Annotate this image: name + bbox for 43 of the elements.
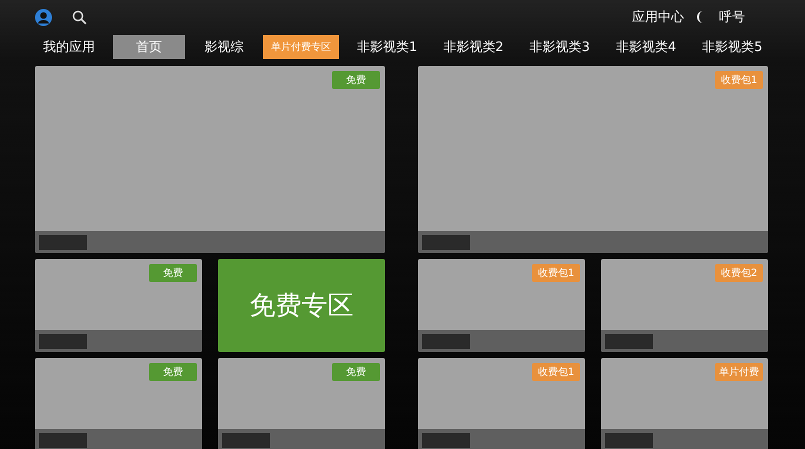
content-tile[interactable]: 收费包1 [418, 358, 585, 449]
nav-tab[interactable]: 非影视类3 [522, 35, 598, 59]
caption-placeholder [605, 433, 653, 448]
price-tag: 免费 [149, 363, 197, 381]
caption-placeholder [39, 433, 87, 448]
nav-tab[interactable]: 非影视类2 [435, 35, 512, 59]
caption-placeholder [39, 334, 87, 349]
caption-placeholder [422, 433, 470, 448]
content-tile[interactable]: 收费包1 [418, 66, 768, 253]
price-tag: 免费 [332, 71, 380, 89]
content-tile[interactable]: 免费 [35, 358, 202, 449]
content-tile[interactable]: 收费包2 [601, 259, 768, 352]
content-tile[interactable]: 收费包1 [418, 259, 585, 352]
app-center-link[interactable]: 应用中心 [632, 8, 684, 26]
caption-placeholder [422, 334, 470, 349]
nav-tab[interactable]: 非影视类5 [694, 35, 770, 59]
call-sign-link[interactable]: 呼号 [719, 8, 745, 26]
nav-tab[interactable]: 我的应用 [35, 35, 103, 59]
free-zone-tile[interactable]: 免费专区 [218, 259, 385, 352]
user-avatar-icon[interactable] [35, 8, 52, 26]
nav-tab[interactable]: 影视综 [195, 35, 253, 59]
price-tag: 免费 [149, 264, 197, 282]
content-tile[interactable]: 单片付费 [601, 358, 768, 449]
caption-placeholder [605, 334, 653, 349]
caption-placeholder [39, 235, 87, 250]
price-tag: 收费包1 [532, 264, 580, 282]
zone-title: 免费专区 [250, 290, 354, 323]
content-tile[interactable]: 免费 [35, 259, 202, 352]
nav-tab[interactable]: 非影视类1 [349, 35, 426, 59]
nav-tab[interactable]: 单片付费专区 [263, 35, 339, 59]
nav-tab[interactable]: 首页 [113, 35, 185, 59]
search-icon[interactable] [72, 10, 87, 24]
content-tile[interactable]: 免费 [218, 358, 385, 449]
price-tag: 免费 [332, 363, 380, 381]
caption-placeholder [222, 433, 270, 448]
nav-tab[interactable]: 非影视类4 [608, 35, 684, 59]
caption-placeholder [422, 235, 470, 250]
price-tag: 收费包1 [715, 71, 763, 89]
price-tag: 单片付费 [715, 363, 763, 381]
price-tag: 收费包1 [532, 363, 580, 381]
price-tag: 收费包2 [715, 264, 763, 282]
crescent-icon [696, 11, 705, 23]
content-tile[interactable]: 免费 [35, 66, 385, 253]
